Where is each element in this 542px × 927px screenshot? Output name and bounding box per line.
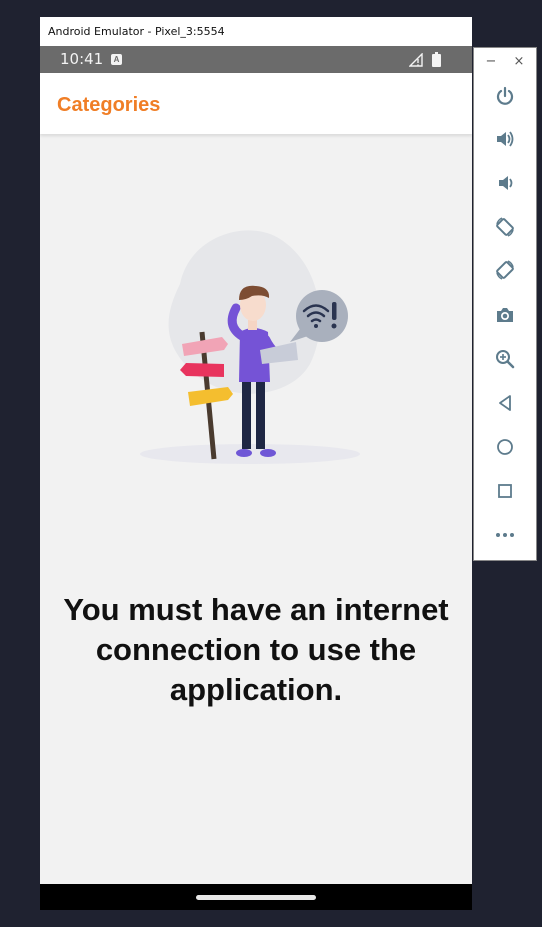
volume-up-button[interactable]: [488, 122, 522, 156]
window-title: Android Emulator - Pixel_3:5554: [40, 17, 472, 46]
status-time: 10:41: [60, 50, 104, 68]
no-internet-illustration: [140, 230, 360, 464]
home-circle-icon: [497, 439, 513, 455]
more-dots-icon: [496, 533, 514, 537]
no-connection-message: You must have an internet connection to …: [63, 592, 449, 707]
close-button[interactable]: ×: [512, 52, 526, 72]
emulator-window: Android Emulator - Pixel_3:5554 10:41 A …: [40, 17, 472, 910]
zoom-icon: [496, 350, 515, 369]
overview-square-icon: [498, 484, 512, 498]
home-gesture-pill[interactable]: [196, 895, 316, 900]
camera-icon: [497, 308, 513, 322]
rotate-right-button[interactable]: [488, 253, 522, 287]
battery-icon: [432, 52, 441, 67]
signal-no-data-icon: [409, 53, 423, 67]
notification-a-icon: A: [111, 54, 122, 65]
minimize-button[interactable]: −: [484, 52, 498, 72]
volume-down-icon: [499, 176, 513, 190]
page-title: Categories: [57, 94, 161, 116]
screenshot-button[interactable]: [488, 298, 522, 332]
volume-down-button[interactable]: [488, 166, 522, 200]
navigation-bar: [40, 884, 472, 910]
overview-button[interactable]: [488, 474, 522, 508]
back-button[interactable]: [488, 386, 522, 420]
more-button[interactable]: [488, 518, 522, 552]
back-triangle-icon: [499, 395, 511, 411]
emulator-toolbar: − ×: [473, 47, 537, 561]
rotate-left-button[interactable]: [488, 210, 522, 244]
volume-up-icon: [497, 131, 514, 147]
power-button[interactable]: [488, 79, 522, 113]
zoom-button[interactable]: [488, 342, 522, 376]
main-content: You must have an internet connection to …: [40, 134, 472, 884]
app-bar: Categories: [40, 73, 472, 134]
power-icon: [496, 86, 514, 105]
rotate-right-icon: [496, 260, 514, 280]
rotate-left-icon: [496, 217, 514, 237]
status-bar: 10:41 A: [40, 46, 472, 73]
home-button[interactable]: [488, 430, 522, 464]
